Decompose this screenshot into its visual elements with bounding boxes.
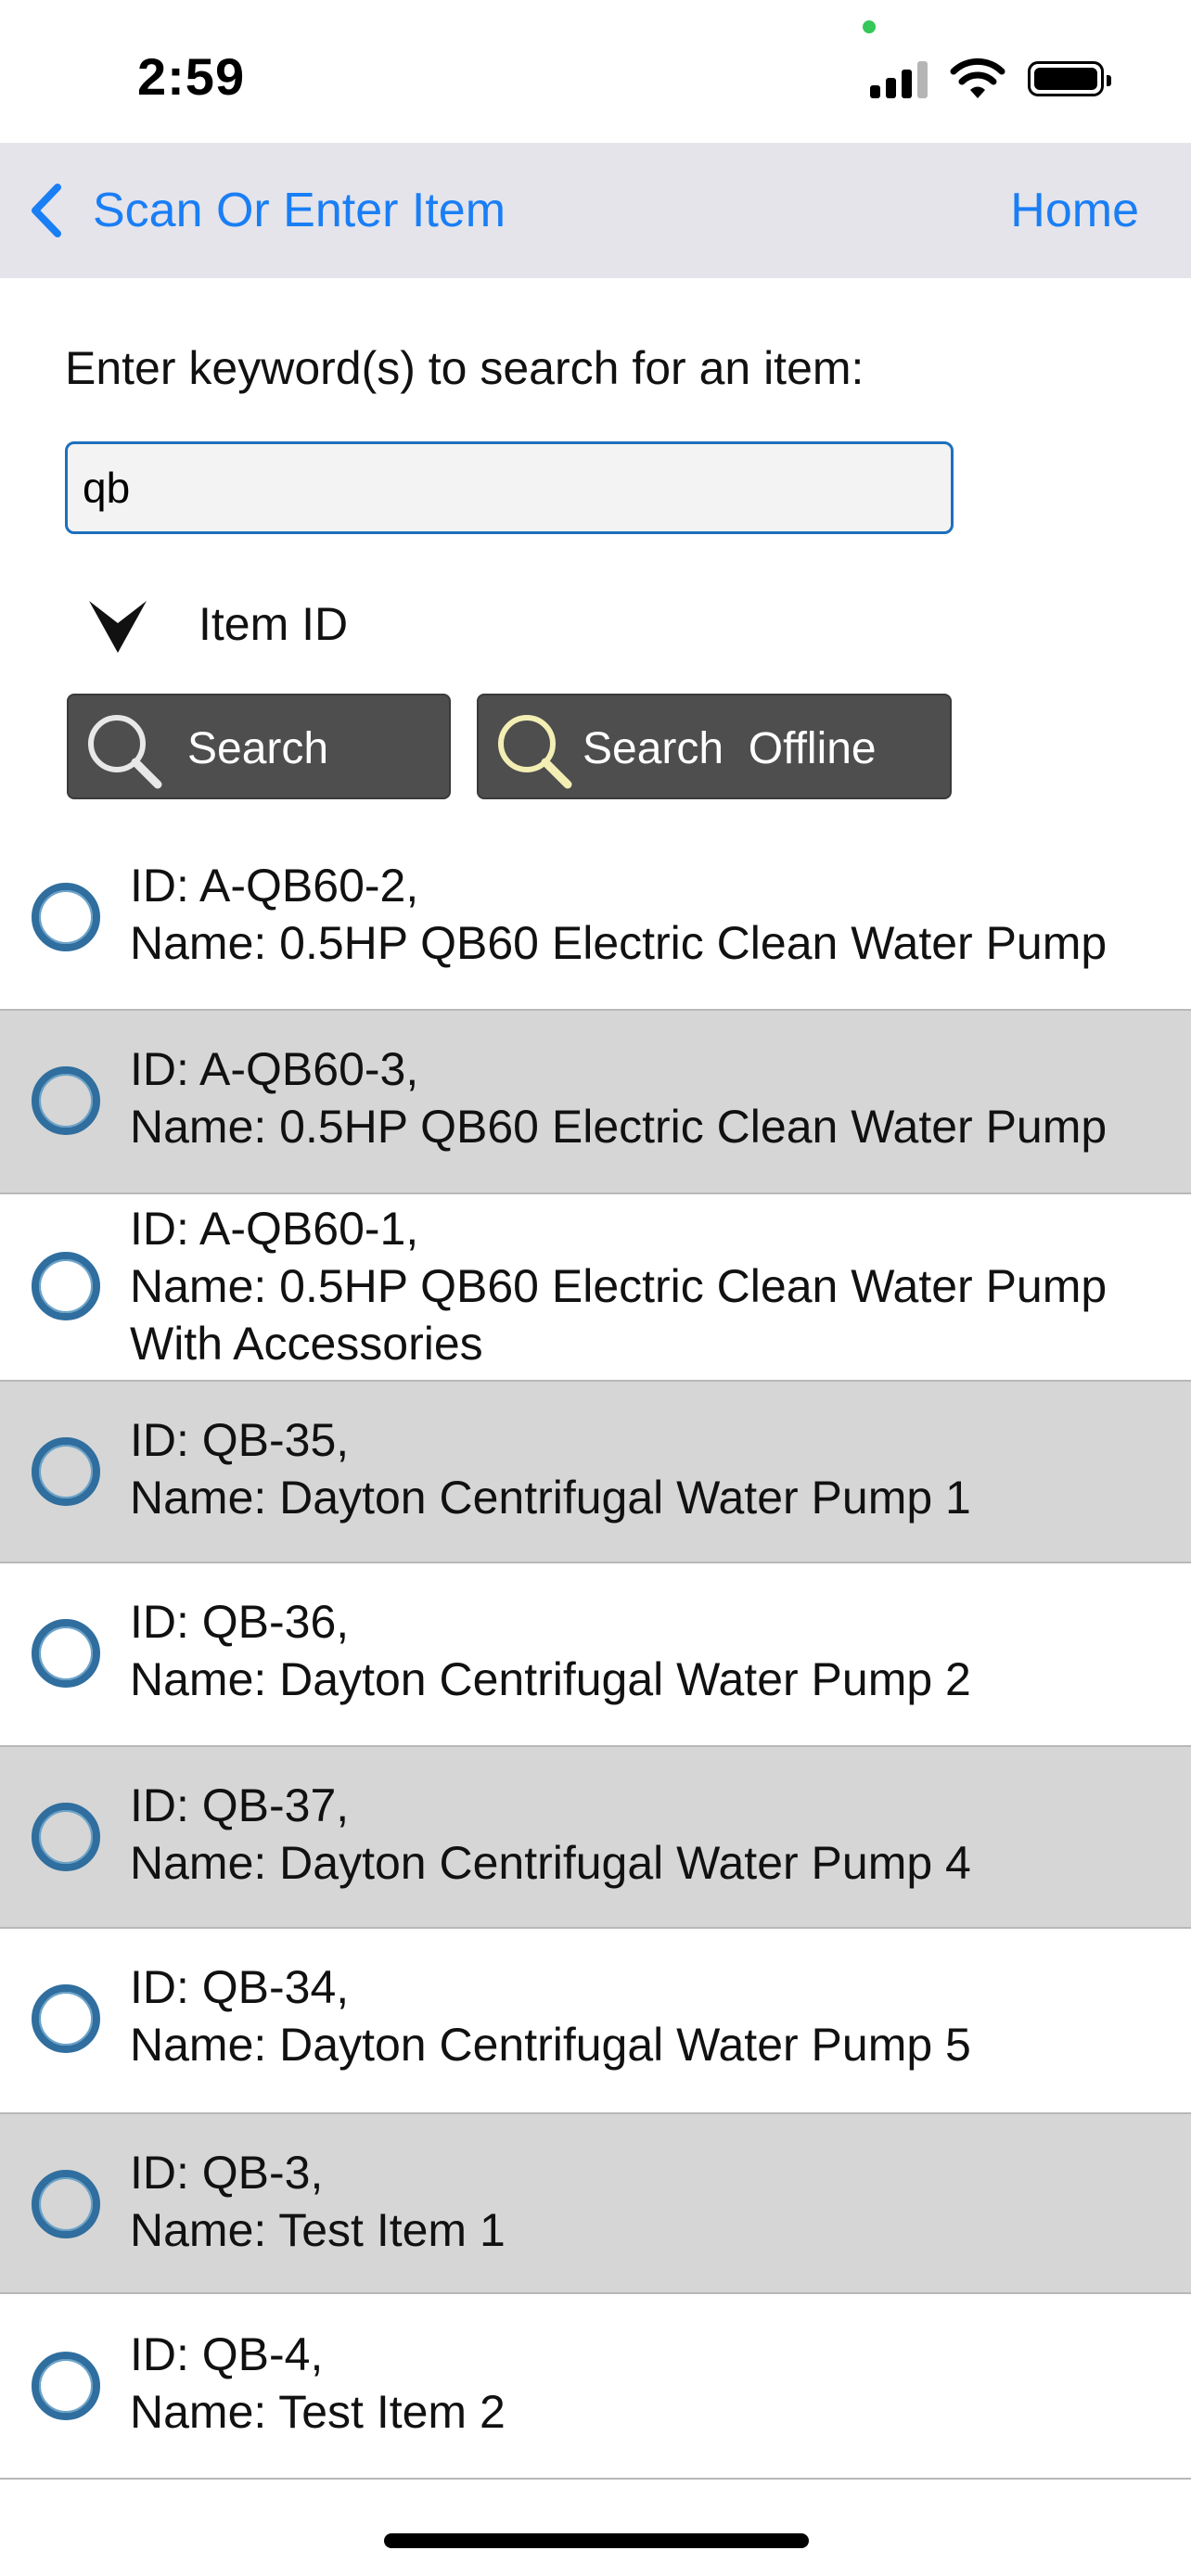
item-name: Name: Dayton Centrifugal Water Pump 2 [130,1653,971,1705]
list-item[interactable]: ID: A-QB60-2, Name: 0.5HP QB60 Electric … [0,827,1191,1011]
magnifier-icon [88,715,162,789]
item-name: Name: Dayton Centrifugal Water Pump 5 [130,2019,971,2071]
item-id: ID: QB-35, [130,1414,350,1466]
search-prompt: Enter keyword(s) to search for an item: [65,342,864,394]
search-button[interactable]: Search [67,694,451,799]
item-name-continued: With Accessories [130,1318,483,1370]
radio-button[interactable] [32,1252,100,1320]
search-button-label: Search [187,724,329,773]
chevron-left-icon [26,176,67,245]
item-name: Name: 0.5HP QB60 Electric Clean Water Pu… [130,1101,1108,1153]
radio-button[interactable] [32,1437,100,1506]
radio-button[interactable] [32,2352,100,2420]
item-id: ID: QB-36, [130,1596,350,1648]
navigation-bar: Scan Or Enter Item Home [0,143,1191,278]
list-item[interactable]: ID: QB-36, Name: Dayton Centrifugal Wate… [0,1563,1191,1747]
results-list: ID: A-QB60-2, Name: 0.5HP QB60 Electric … [0,827,1191,2480]
radio-button[interactable] [32,1803,100,1871]
search-input[interactable] [65,441,954,534]
list-item[interactable]: ID: QB-4, Name: Test Item 2 [0,2294,1191,2480]
radio-button[interactable] [32,1619,100,1688]
list-item[interactable]: ID: QB-37, Name: Dayton Centrifugal Wate… [0,1747,1191,1929]
status-time: 2:59 [137,47,246,106]
privacy-indicator-dot [863,20,876,33]
item-id: ID: A-QB60-3, [130,1043,419,1095]
radio-button[interactable] [32,1066,100,1135]
item-name: Name: 0.5HP QB60 Electric Clean Water Pu… [130,917,1108,969]
home-button[interactable]: Home [1010,176,1139,245]
back-button[interactable]: Scan Or Enter Item [26,176,506,245]
status-bar: 2:59 [0,0,1191,143]
magnifier-icon [498,715,572,789]
item-name: Name: Test Item 1 [130,2204,506,2256]
item-name: Name: Dayton Centrifugal Water Pump 1 [130,1472,971,1524]
item-id: ID: QB-3, [130,2147,324,2199]
cellular-signal-icon [870,61,929,98]
item-name: Name: 0.5HP QB60 Electric Clean Water Pu… [130,1260,1108,1312]
battery-icon [1028,61,1111,96]
item-id: ID: QB-34, [130,1961,350,2013]
search-offline-button-label: Search Offline [583,724,877,773]
radio-button[interactable] [32,1984,100,2053]
list-item[interactable]: ID: QB-35, Name: Dayton Centrifugal Wate… [0,1382,1191,1563]
item-id: ID: A-QB60-1, [130,1203,419,1255]
item-id: ID: A-QB60-2, [130,860,419,912]
radio-button[interactable] [32,2170,100,2238]
chevron-down-icon [89,601,147,653]
list-item[interactable]: ID: A-QB60-3, Name: 0.5HP QB60 Electric … [0,1011,1191,1194]
radio-button[interactable] [32,883,100,951]
item-id: ID: QB-4, [130,2328,324,2380]
list-item[interactable]: ID: A-QB60-1, Name: 0.5HP QB60 Electric … [0,1194,1191,1382]
wifi-icon [950,57,1005,98]
search-field-label: Item ID [198,598,349,650]
item-name: Name: Test Item 2 [130,2386,506,2438]
list-item[interactable]: ID: QB-3, Name: Test Item 1 [0,2114,1191,2294]
back-button-label: Scan Or Enter Item [93,184,506,237]
list-item[interactable]: ID: QB-34, Name: Dayton Centrifugal Wate… [0,1929,1191,2114]
item-id: ID: QB-37, [130,1779,350,1831]
search-field-dropdown[interactable] [85,593,150,658]
home-indicator [384,2533,809,2548]
item-name: Name: Dayton Centrifugal Water Pump 4 [130,1837,971,1889]
search-offline-button[interactable]: Search Offline [477,694,952,799]
